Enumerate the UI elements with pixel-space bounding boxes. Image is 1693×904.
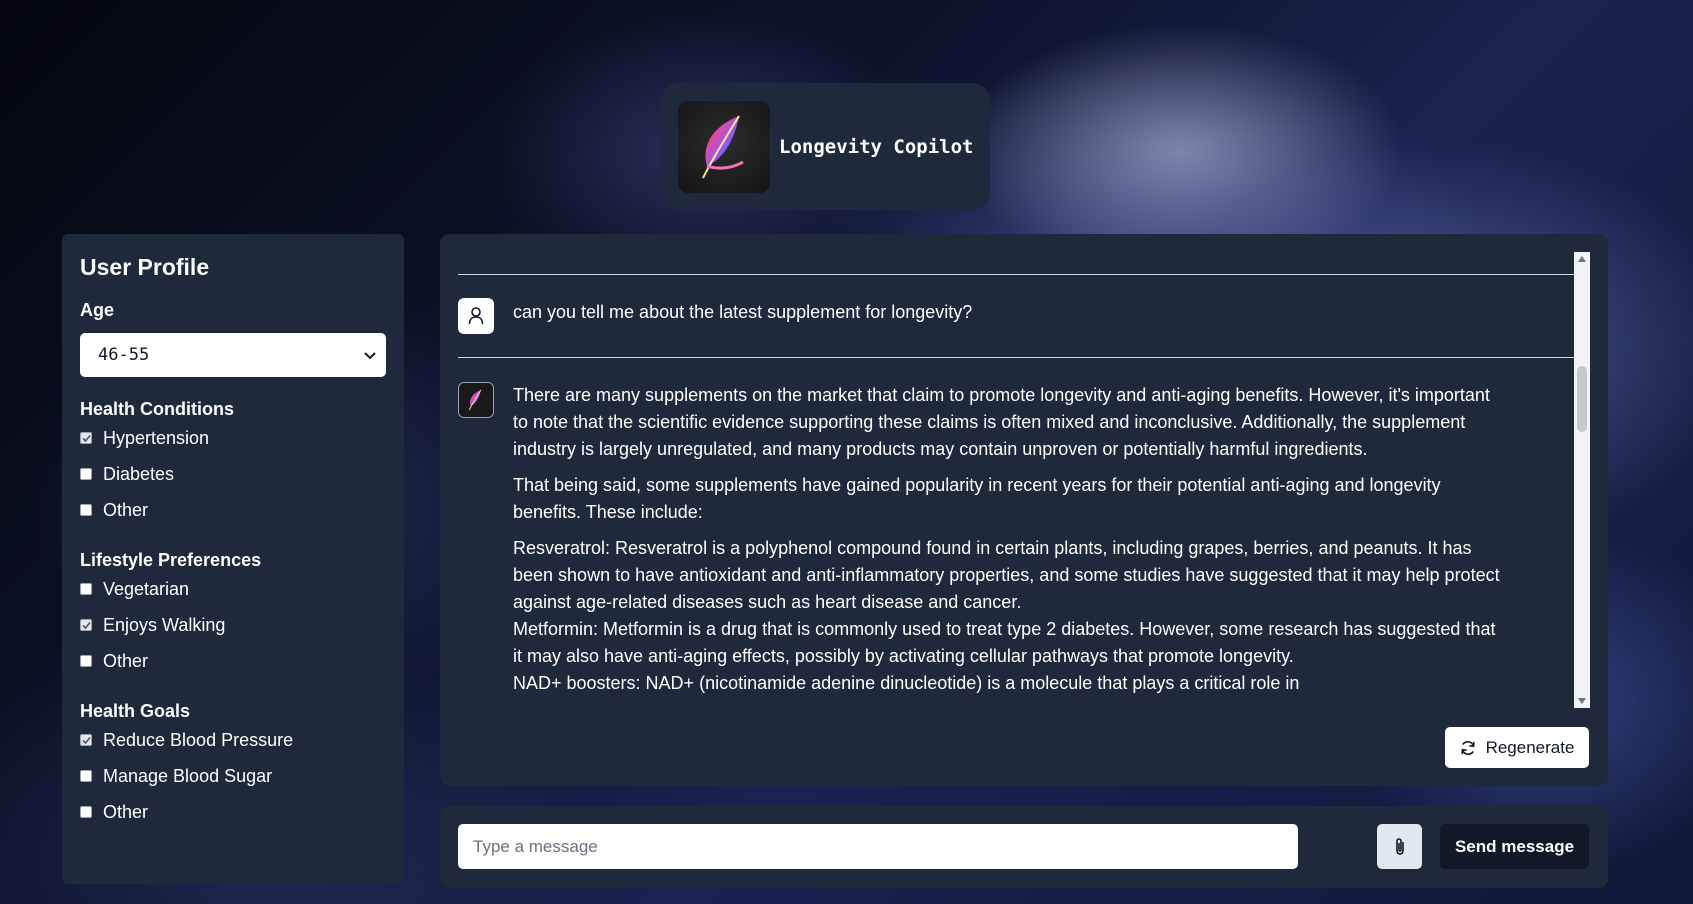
refresh-icon: [1460, 740, 1475, 755]
send-button[interactable]: Send message: [1440, 824, 1589, 869]
scroll-up-icon[interactable]: [1577, 255, 1587, 263]
checkbox-enjoys-walking[interactable]: Enjoys Walking: [80, 607, 386, 643]
lifestyle-label: Lifestyle Preferences: [80, 550, 262, 570]
app-header: Longevity Copilot: [661, 83, 990, 210]
checkbox-goal-other[interactable]: Other: [80, 794, 386, 830]
checkbox-unchecked[interactable]: [80, 770, 92, 782]
user-profile-sidebar: User Profile Age 46-55 Health Conditions…: [62, 234, 404, 884]
checkbox-label: Reduce Blood Pressure: [103, 729, 294, 750]
sidebar-title: User Profile: [80, 254, 210, 280]
feather-icon: [678, 100, 770, 193]
checkbox-manage-blood-sugar[interactable]: Manage Blood Sugar: [80, 758, 386, 794]
checkbox-reduce-blood-pressure[interactable]: Reduce Blood Pressure: [80, 722, 386, 758]
regenerate-label: Regenerate: [1485, 737, 1575, 757]
bot-list-item: Resveratrol: Resveratrol is a polyphenol…: [513, 538, 1500, 612]
checkbox-diabetes[interactable]: Diabetes: [80, 456, 386, 492]
user-avatar-icon: [458, 298, 494, 334]
health-conditions-group: Health Conditions Hypertension Diabetes …: [80, 399, 386, 528]
age-select-value: 46-55: [98, 345, 150, 365]
bot-paragraph: There are many supplements on the market…: [513, 385, 1490, 459]
checkbox-unchecked[interactable]: [80, 504, 92, 516]
divider: [458, 357, 1590, 358]
app-title: Longevity Copilot: [779, 135, 974, 158]
checkbox-label: Other: [103, 650, 149, 671]
checkbox-label: Diabetes: [103, 463, 175, 484]
paperclip-icon: [1395, 837, 1404, 855]
checkbox-label: Other: [103, 801, 149, 822]
checkbox-lifestyle-other[interactable]: Other: [80, 643, 386, 679]
user-message: can you tell me about the latest supplem…: [458, 298, 1590, 334]
scroll-thumb[interactable]: [1577, 366, 1587, 432]
age-select[interactable]: 46-55: [80, 333, 386, 377]
chevron-down-icon: [364, 345, 376, 365]
scroll-down-icon[interactable]: [1577, 697, 1587, 705]
checkbox-label: Manage Blood Sugar: [103, 765, 273, 786]
user-message-text: can you tell me about the latest supplem…: [513, 302, 973, 322]
bot-list-item: Metformin: Metformin is a drug that is c…: [513, 619, 1496, 666]
divider: [458, 274, 1590, 275]
checkbox-unchecked[interactable]: [80, 583, 92, 595]
regenerate-button[interactable]: Regenerate: [1445, 727, 1589, 768]
checkbox-unchecked[interactable]: [80, 806, 92, 818]
health-goals-group: Health Goals Reduce Blood Pressure Manag…: [80, 701, 386, 830]
bot-message: There are many supplements on the market…: [458, 382, 1590, 697]
bot-avatar-icon: [458, 382, 494, 418]
age-label: Age: [80, 300, 115, 320]
checkbox-checked[interactable]: [80, 734, 92, 746]
checkbox-vegetarian[interactable]: Vegetarian: [80, 571, 386, 607]
checkbox-label: Enjoys Walking: [103, 614, 226, 635]
checkbox-label: Vegetarian: [103, 578, 190, 599]
checkbox-checked[interactable]: [80, 432, 92, 444]
message-input[interactable]: [458, 824, 1298, 869]
checkbox-checked[interactable]: [80, 619, 92, 631]
chat-scrollbar[interactable]: [1574, 252, 1590, 708]
lifestyle-group: Lifestyle Preferences Vegetarian Enjoys …: [80, 550, 386, 679]
health-goals-label: Health Goals: [80, 701, 191, 721]
checkbox-label: Hypertension: [103, 427, 210, 448]
checkbox-label: Other: [103, 499, 149, 520]
checkbox-hypertension[interactable]: Hypertension: [80, 420, 386, 456]
chat-messages[interactable]: can you tell me about the latest supplem…: [458, 252, 1590, 708]
bot-message-text: There are many supplements on the market…: [513, 382, 1503, 697]
checkbox-unchecked[interactable]: [80, 468, 92, 480]
checkbox-condition-other[interactable]: Other: [80, 492, 386, 528]
bot-list-item: NAD+ boosters: NAD+ (nicotinamide adenin…: [513, 673, 1300, 693]
attach-button[interactable]: [1377, 824, 1422, 869]
chat-panel: can you tell me about the latest supplem…: [440, 234, 1608, 786]
bot-paragraph: That being said, some supplements have g…: [513, 475, 1441, 522]
checkbox-unchecked[interactable]: [80, 655, 92, 667]
message-composer: Send message: [440, 806, 1608, 888]
health-conditions-label: Health Conditions: [80, 399, 234, 419]
